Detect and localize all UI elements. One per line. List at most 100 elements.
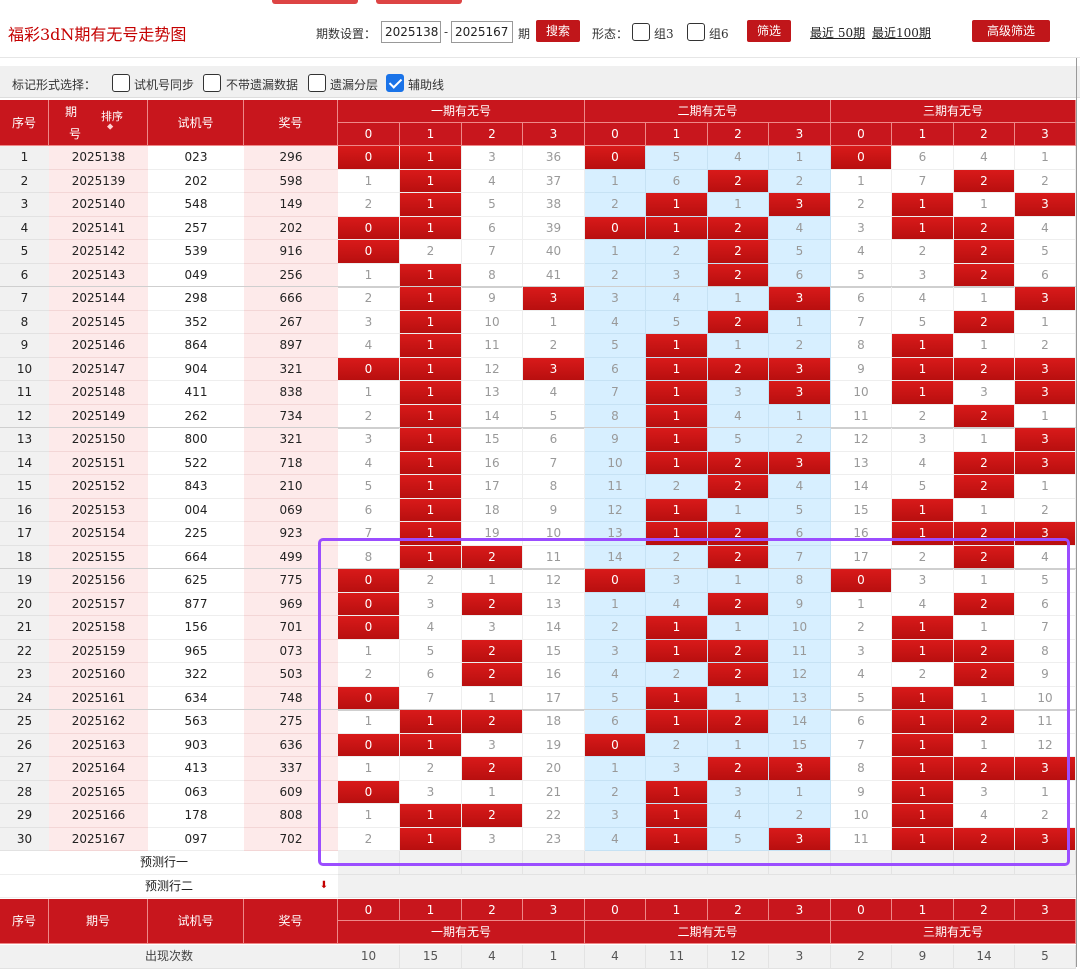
miss-cell: 12 bbox=[462, 357, 523, 381]
miss-cell: 2 bbox=[338, 193, 400, 217]
miss-cell: 1 bbox=[1015, 310, 1076, 334]
miss-cell: 5 bbox=[585, 334, 646, 358]
miss-cell: 1 bbox=[769, 146, 831, 170]
miss-cell: 14 bbox=[462, 404, 523, 428]
hit-cell: 1 bbox=[400, 451, 462, 475]
row-prize: 838 bbox=[244, 381, 338, 405]
miss-cell: 1 bbox=[1015, 146, 1076, 170]
footer-group-header-1: 一期有无号 bbox=[338, 921, 585, 944]
row-trial: 202 bbox=[148, 169, 244, 193]
row-prize: 149 bbox=[244, 193, 338, 217]
row-seq: 3 bbox=[0, 193, 49, 217]
period-from-input[interactable]: 2025138 bbox=[381, 21, 441, 43]
row-prize: 267 bbox=[244, 310, 338, 334]
miss-cell: 4 bbox=[523, 381, 585, 405]
miss-cell: 4 bbox=[462, 169, 523, 193]
sort-arrows-icon[interactable]: ⬥ bbox=[107, 122, 113, 132]
footer-header-period: 期号 bbox=[49, 899, 148, 944]
miss-cell: 13 bbox=[831, 451, 892, 475]
hit-cell: 3 bbox=[769, 451, 831, 475]
hit-cell: 0 bbox=[338, 146, 400, 170]
row-prize: 916 bbox=[244, 240, 338, 264]
miss-cell: 2 bbox=[831, 193, 892, 217]
hit-cell: 3 bbox=[769, 357, 831, 381]
top-toolbar: 福彩3dN期有无号走势图 期数设置： 2025138 - 2025167 期 搜… bbox=[0, 0, 1080, 58]
row-period: 2025154 bbox=[49, 522, 148, 546]
filter-button[interactable]: 筛选 bbox=[747, 20, 791, 42]
hit-cell: 2 bbox=[708, 263, 769, 287]
hit-cell: 3 bbox=[1015, 357, 1076, 381]
hit-cell: 1 bbox=[646, 404, 708, 428]
miss-cell: 2 bbox=[892, 240, 954, 264]
miss-cell: 10 bbox=[831, 381, 892, 405]
hit-cell: 1 bbox=[400, 428, 462, 452]
option-trial-sync-checkbox[interactable] bbox=[112, 74, 130, 92]
miss-cell: 6 bbox=[523, 428, 585, 452]
sub-header-1-0: 0 bbox=[338, 123, 400, 146]
hit-cell: 2 bbox=[954, 310, 1015, 334]
sub-header-3-3: 3 bbox=[1015, 123, 1076, 146]
hit-cell: 3 bbox=[1015, 451, 1076, 475]
hit-cell: 0 bbox=[585, 146, 646, 170]
sub-header-3-0: 0 bbox=[831, 123, 892, 146]
hit-cell: 1 bbox=[400, 169, 462, 193]
row-trial: 548 bbox=[148, 193, 244, 217]
miss-cell: 6 bbox=[585, 357, 646, 381]
miss-cell: 9 bbox=[462, 287, 523, 311]
miss-cell: 14 bbox=[831, 475, 892, 499]
count-value: 9 bbox=[892, 945, 954, 969]
option-guide-line-checkbox[interactable] bbox=[386, 74, 404, 92]
miss-cell: 5 bbox=[892, 310, 954, 334]
miss-cell: 1 bbox=[338, 263, 400, 287]
option-no-omission-checkbox[interactable] bbox=[203, 74, 221, 92]
row-trial: 877 bbox=[148, 592, 244, 616]
row-trial: 864 bbox=[148, 334, 244, 358]
footer-sub-header-2-1: 1 bbox=[646, 899, 708, 921]
sub-header-3-2: 2 bbox=[954, 123, 1015, 146]
period-to-input[interactable]: 2025167 bbox=[451, 21, 513, 43]
miss-cell: 12 bbox=[831, 428, 892, 452]
row-prize: 666 bbox=[244, 287, 338, 311]
last-50-link[interactable]: 最近 50期 bbox=[810, 24, 865, 41]
row-prize: 897 bbox=[244, 334, 338, 358]
row-seq: 2 bbox=[0, 169, 49, 193]
row-seq: 27 bbox=[0, 757, 49, 781]
miss-cell: 5 bbox=[831, 263, 892, 287]
row-period: 2025139 bbox=[49, 169, 148, 193]
option-omission-layer-checkbox[interactable] bbox=[308, 74, 326, 92]
miss-cell: 2 bbox=[646, 240, 708, 264]
expand-arrow-icon[interactable]: ⬇ bbox=[318, 879, 330, 893]
form-label: 形态： bbox=[592, 27, 629, 41]
miss-cell: 1 bbox=[338, 169, 400, 193]
miss-cell: 17 bbox=[462, 475, 523, 499]
miss-cell: 1 bbox=[954, 498, 1015, 522]
miss-cell: 9 bbox=[585, 428, 646, 452]
count-value: 4 bbox=[585, 945, 646, 969]
search-button[interactable]: 搜索 bbox=[536, 20, 580, 42]
sub-header-2-0: 0 bbox=[585, 123, 646, 146]
zu3-checkbox[interactable] bbox=[632, 23, 650, 41]
sub-header-2-2: 2 bbox=[708, 123, 769, 146]
zu6-checkbox[interactable] bbox=[687, 23, 705, 41]
row-period: 2025145 bbox=[49, 310, 148, 334]
miss-cell: 1 bbox=[954, 334, 1015, 358]
miss-cell: 18 bbox=[462, 498, 523, 522]
row-seq: 6 bbox=[0, 263, 49, 287]
miss-cell: 2 bbox=[585, 193, 646, 217]
period-unit-label: 期 bbox=[518, 27, 531, 41]
last-100-link[interactable]: 最近100期 bbox=[872, 24, 931, 41]
miss-cell: 2 bbox=[769, 334, 831, 358]
miss-cell: 5 bbox=[708, 428, 769, 452]
row-trial: 904 bbox=[148, 357, 244, 381]
advanced-filter-button[interactable]: 高级筛选 bbox=[972, 20, 1050, 42]
count-value: 12 bbox=[708, 945, 769, 969]
row-trial: 634 bbox=[148, 686, 244, 710]
option-trial-sync-label: 试机号同步 bbox=[134, 78, 195, 92]
row-period: 2025164 bbox=[49, 757, 148, 781]
miss-cell: 16 bbox=[462, 451, 523, 475]
row-trial: 097 bbox=[148, 827, 244, 851]
miss-cell: 1 bbox=[1015, 404, 1076, 428]
row-trial: 625 bbox=[148, 569, 244, 593]
row-trial: 352 bbox=[148, 310, 244, 334]
row-trial: 413 bbox=[148, 757, 244, 781]
